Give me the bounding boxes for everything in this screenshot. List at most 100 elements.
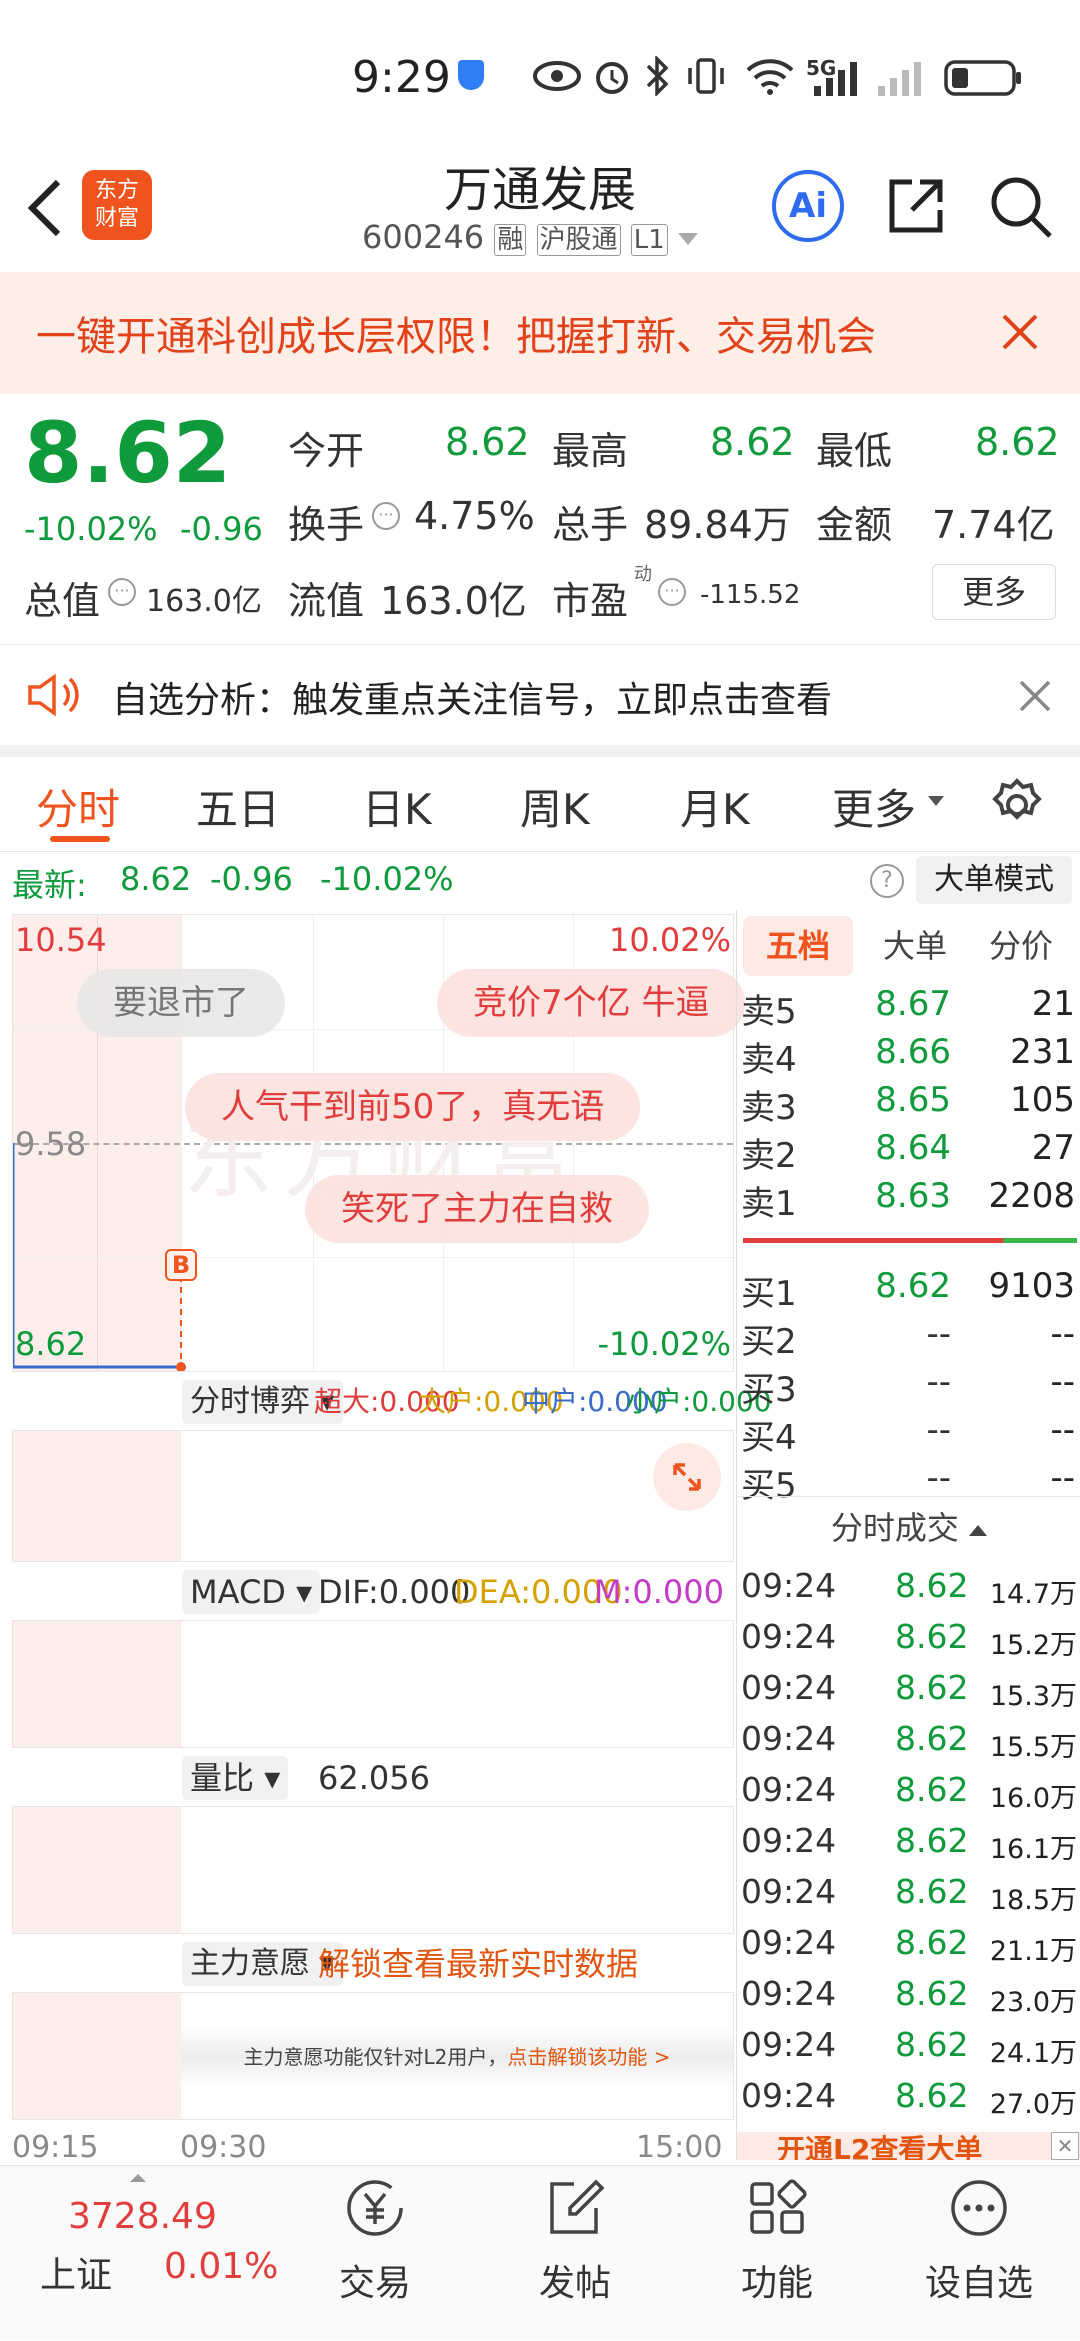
index-name: 上证 bbox=[40, 2255, 113, 2296]
stock-header: 东方 财富 万通发展 600246 融 沪股通 L1 Ai bbox=[0, 150, 1080, 272]
ask-row[interactable]: 卖2 8.64 27 bbox=[737, 1128, 1080, 1176]
trade-time: 09:24 bbox=[741, 1923, 837, 1962]
change-pct: -10.02% bbox=[24, 510, 158, 548]
ask-label: 卖5 bbox=[741, 992, 797, 1032]
book-tab-big[interactable]: 大单 bbox=[865, 916, 965, 976]
bid-row[interactable]: 买2 -- -- bbox=[737, 1314, 1080, 1362]
tab-daily-k[interactable]: 日K bbox=[362, 776, 432, 837]
trade-volume: 23.0万 bbox=[989, 1987, 1077, 2018]
yen-icon bbox=[347, 2180, 403, 2236]
promo-text: 一键开通科创成长层权限！把握打新、交易机会 bbox=[36, 314, 876, 360]
trade-volume: 15.5万 bbox=[989, 1732, 1077, 1763]
intraday-chart[interactable]: 东方财富 10.54 10.02% 9.58 8.62 -10.02% B 要退… bbox=[0, 910, 772, 2165]
tab-intraday[interactable]: 分时 bbox=[36, 776, 120, 837]
trade-row: 09:24 8.62 21.1万 bbox=[737, 1923, 1080, 1973]
trade-time: 09:24 bbox=[741, 1974, 837, 2013]
gear-icon[interactable] bbox=[990, 778, 1044, 832]
trade-price: 8.62 bbox=[895, 1923, 969, 1962]
ask-label: 卖3 bbox=[741, 1088, 797, 1128]
amount-value: 7.74亿 bbox=[932, 503, 1055, 547]
trade-row: 09:24 8.62 15.5万 bbox=[737, 1719, 1080, 1769]
unlock-link[interactable]: 解锁查看最新实时数据 bbox=[318, 1942, 638, 1986]
ask-row[interactable]: 卖3 8.65 105 bbox=[737, 1080, 1080, 1128]
indicator-select-macd[interactable]: MACD ▾ bbox=[182, 1570, 321, 1614]
x-axis-label: 09:30 bbox=[180, 2130, 267, 2165]
danmu-comment[interactable]: 人气干到前50了，真无语 bbox=[185, 1073, 641, 1141]
indicator-select-volume-ratio[interactable]: 量比 ▾ bbox=[182, 1756, 289, 1800]
trade-volume: 15.2万 bbox=[989, 1630, 1077, 1661]
pre-market-area bbox=[13, 1621, 181, 1747]
high-value: 8.62 bbox=[710, 420, 795, 464]
index-widget[interactable]: 3728.49 上证 0.01% bbox=[0, 2166, 300, 2341]
promo-banner[interactable]: 一键开通科创成长层权限！把握打新、交易机会 bbox=[0, 272, 1080, 394]
trade-row: 09:24 8.62 15.3万 bbox=[737, 1668, 1080, 1718]
pe-value: -115.52 bbox=[700, 580, 801, 610]
danmu-comment[interactable]: 竞价7个亿 牛逼 bbox=[437, 969, 746, 1037]
book-tab-five[interactable]: 五档 bbox=[743, 916, 853, 976]
close-icon[interactable] bbox=[1018, 679, 1052, 713]
tab-5day[interactable]: 五日 bbox=[196, 776, 280, 837]
ask-row[interactable]: 卖4 8.66 231 bbox=[737, 1032, 1080, 1080]
info-icon[interactable]: ··· bbox=[372, 502, 400, 530]
grid-icon bbox=[750, 2179, 807, 2234]
pe-label: 市盈 bbox=[552, 579, 629, 623]
search-icon[interactable] bbox=[988, 174, 1054, 240]
nav-function[interactable]: 功能 bbox=[702, 2176, 852, 2306]
bid-row[interactable]: 买4 -- -- bbox=[737, 1410, 1080, 1458]
trade-row: 09:24 8.62 15.2万 bbox=[737, 1617, 1080, 1667]
share-icon[interactable] bbox=[884, 174, 948, 238]
tag-margin: 融 bbox=[494, 224, 527, 256]
nav-add-watchlist[interactable]: 设自选 bbox=[904, 2176, 1054, 2306]
bid-row[interactable]: 买3 -- -- bbox=[737, 1362, 1080, 1410]
edit-icon bbox=[550, 2179, 605, 2234]
trade-time: 09:24 bbox=[741, 1872, 837, 1911]
watchlist-notice[interactable]: 自选分析：触发重点关注信号，立即点击查看 bbox=[0, 644, 1080, 757]
expand-button[interactable] bbox=[653, 1443, 721, 1511]
l2-upgrade-text: 开通L2查看大单 bbox=[777, 2133, 983, 2160]
tab-more[interactable]: 更多 bbox=[832, 776, 916, 837]
pre-market-area bbox=[13, 1431, 181, 1561]
trade-price: 8.62 bbox=[895, 1974, 969, 2013]
close-icon[interactable] bbox=[1000, 312, 1040, 352]
indicator-panel-4: 主力意愿功能仅针对L2用户，点击解锁该功能 > bbox=[12, 1992, 734, 2120]
info-icon[interactable]: ··· bbox=[658, 578, 686, 606]
bid-price: 8.62 bbox=[875, 1266, 951, 1306]
l2-upgrade-banner[interactable]: 开通L2查看大单 ✕ bbox=[737, 2132, 1080, 2160]
danmu-comment[interactable]: 要退市了 bbox=[77, 969, 285, 1037]
latest-pct: -10.02% bbox=[320, 860, 454, 898]
nav-post[interactable]: 发帖 bbox=[500, 2176, 650, 2306]
bid-row[interactable]: 买1 8.62 9103 bbox=[737, 1266, 1080, 1314]
close-icon[interactable]: ✕ bbox=[1051, 2132, 1079, 2160]
trade-row: 09:24 8.62 14.7万 bbox=[737, 1566, 1080, 1616]
tab-weekly-k[interactable]: 周K bbox=[520, 776, 590, 837]
bid-price: -- bbox=[926, 1362, 951, 1402]
nav-trade[interactable]: 交易 bbox=[300, 2176, 450, 2306]
stock-code-row[interactable]: 600246 融 沪股通 L1 bbox=[362, 218, 698, 258]
signal-icon bbox=[814, 62, 857, 96]
ask-row[interactable]: 卖1 8.63 2208 bbox=[737, 1176, 1080, 1224]
price-panel[interactable]: 东方财富 10.54 10.02% 9.58 8.62 -10.02% B 要退… bbox=[12, 914, 746, 1372]
big-order-mode-button[interactable]: 大单模式 bbox=[916, 856, 1072, 904]
alarm-icon bbox=[596, 62, 628, 94]
trades-title[interactable]: 分时成交 bbox=[737, 1496, 1080, 1549]
volume-value: 89.84万 bbox=[644, 503, 791, 547]
trade-price: 8.62 bbox=[895, 1872, 969, 1911]
tab-monthly-k[interactable]: 月K bbox=[680, 776, 750, 837]
l2-notice-link[interactable]: 点击解锁该功能 > bbox=[507, 2045, 670, 2069]
ask-row[interactable]: 卖5 8.67 21 bbox=[737, 984, 1080, 1032]
order-book: 五档 大单 分价 卖5 8.67 21 卖4 8.66 231 卖3 8.65 105 卖2 8.6… bbox=[736, 910, 1080, 2160]
ask-price: 8.64 bbox=[875, 1128, 951, 1168]
tag-connect: 沪股通 bbox=[536, 224, 621, 256]
l2-notice[interactable]: 主力意愿功能仅针对L2用户，点击解锁该功能 > bbox=[181, 2027, 733, 2087]
mktcap-label: 总值 bbox=[24, 579, 101, 623]
help-icon[interactable]: ? bbox=[870, 864, 904, 898]
danmu-comment[interactable]: 笑死了主力在自救 bbox=[305, 1175, 649, 1243]
buy-marker[interactable]: B bbox=[165, 1249, 197, 1281]
ai-button[interactable]: Ai bbox=[772, 170, 844, 242]
more-button[interactable]: 更多 bbox=[932, 564, 1056, 620]
ask-volume: 2208 bbox=[988, 1176, 1075, 1216]
book-tab-price[interactable]: 分价 bbox=[971, 916, 1071, 976]
info-icon[interactable]: ··· bbox=[108, 578, 136, 606]
tab-active-indicator bbox=[50, 836, 110, 842]
latest-change: -0.96 bbox=[210, 860, 293, 898]
